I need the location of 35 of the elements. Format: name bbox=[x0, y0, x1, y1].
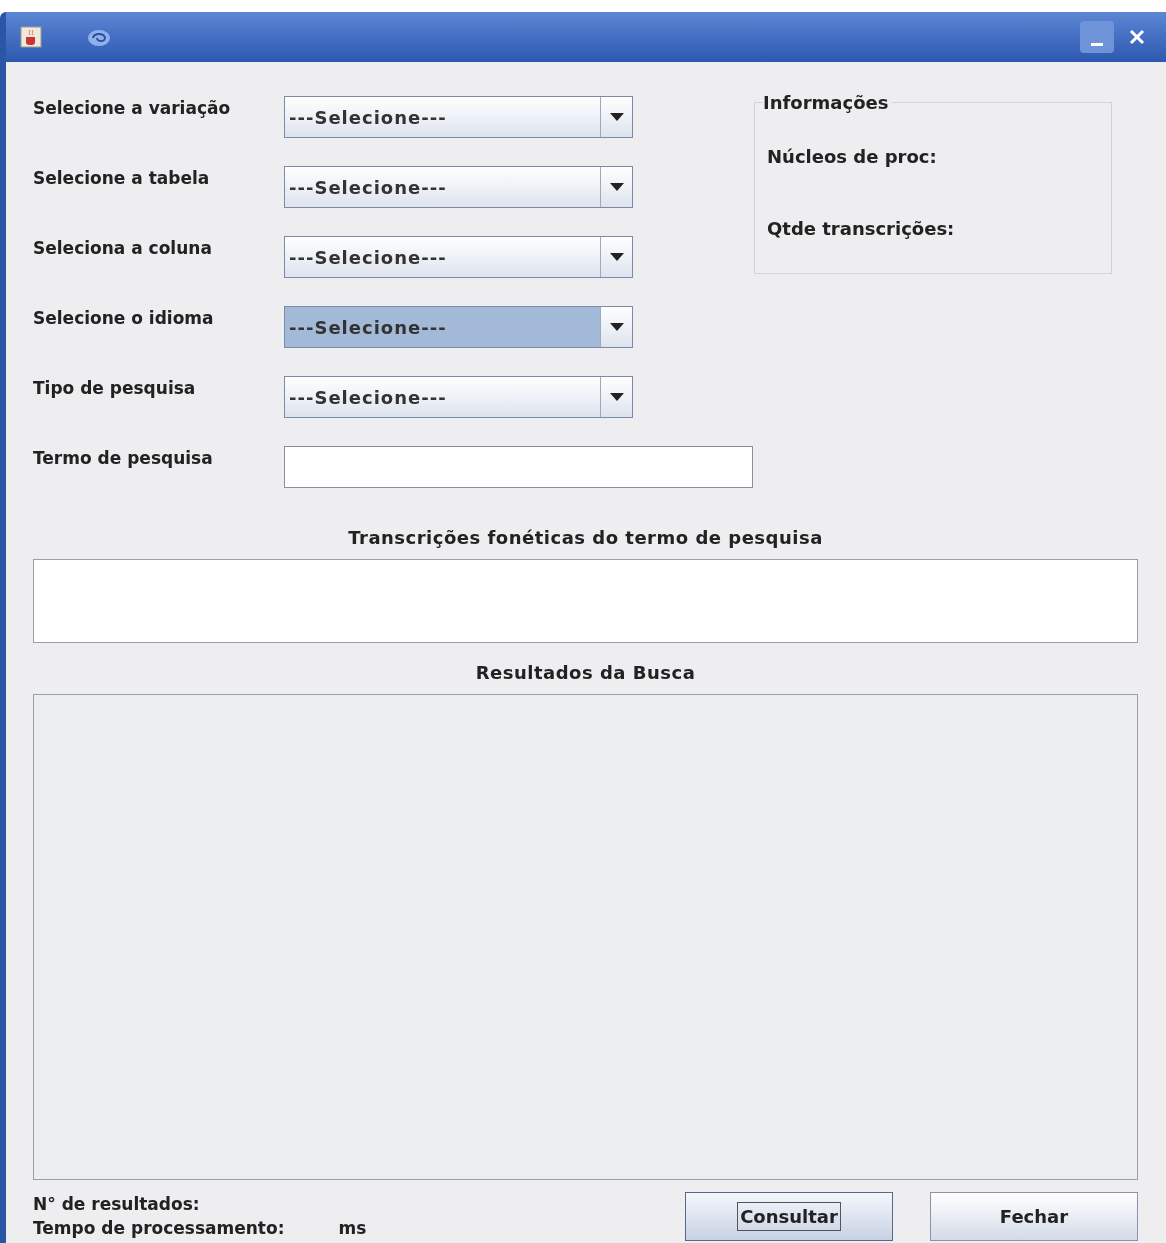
dropdown[interactable]: ---Selecione--- bbox=[284, 96, 633, 138]
info-label: Núcleos de proc: bbox=[767, 145, 938, 169]
caret-icon bbox=[609, 253, 624, 261]
dropdown-value: ---Selecione--- bbox=[288, 315, 448, 340]
search-term-field[interactable] bbox=[284, 446, 753, 488]
action-button[interactable]: Fechar bbox=[930, 1192, 1138, 1241]
dropdown-value: ---Selecione--- bbox=[288, 245, 448, 270]
dropdown[interactable]: ---Selecione--- bbox=[284, 306, 633, 348]
close-icon bbox=[1129, 29, 1145, 45]
info-label: Qtde transcrições: bbox=[767, 217, 956, 241]
dropdown-arrow-button[interactable] bbox=[600, 307, 632, 347]
dropdown[interactable]: ---Selecione--- bbox=[284, 376, 633, 418]
caret-icon bbox=[609, 393, 624, 401]
java-cup-icon bbox=[20, 26, 42, 48]
section-title: Resultados da Busca bbox=[474, 661, 697, 685]
processing-time-label: Tempo de processamento: bbox=[33, 1217, 285, 1240]
dropdown[interactable]: ---Selecione--- bbox=[284, 166, 633, 208]
field-label: Tipo de pesquisa bbox=[33, 377, 197, 401]
dropdown-value: ---Selecione--- bbox=[288, 175, 448, 200]
dropdown-value: ---Selecione--- bbox=[288, 105, 448, 130]
dropdown-value: ---Selecione--- bbox=[288, 385, 448, 410]
field-label: Selecione o idioma bbox=[33, 307, 215, 331]
field-label: Seleciona a coluna bbox=[33, 237, 213, 261]
caret-icon bbox=[609, 323, 624, 331]
caret-icon bbox=[609, 183, 624, 191]
action-button[interactable]: Consultar bbox=[685, 1192, 893, 1241]
field-label: Termo de pesquisa bbox=[33, 447, 214, 471]
time-unit: ms bbox=[338, 1217, 367, 1240]
dropdown[interactable]: ---Selecione--- bbox=[284, 236, 633, 278]
section-title: Transcrições fonéticas do termo de pesquisa bbox=[347, 526, 824, 550]
results-count-label: N° de resultados: bbox=[33, 1193, 201, 1216]
field-label: Selecione a variação bbox=[33, 97, 232, 121]
caret-icon bbox=[609, 113, 624, 121]
field-label: Selecione a tabela bbox=[33, 167, 211, 191]
minimize-button[interactable] bbox=[1080, 21, 1114, 53]
